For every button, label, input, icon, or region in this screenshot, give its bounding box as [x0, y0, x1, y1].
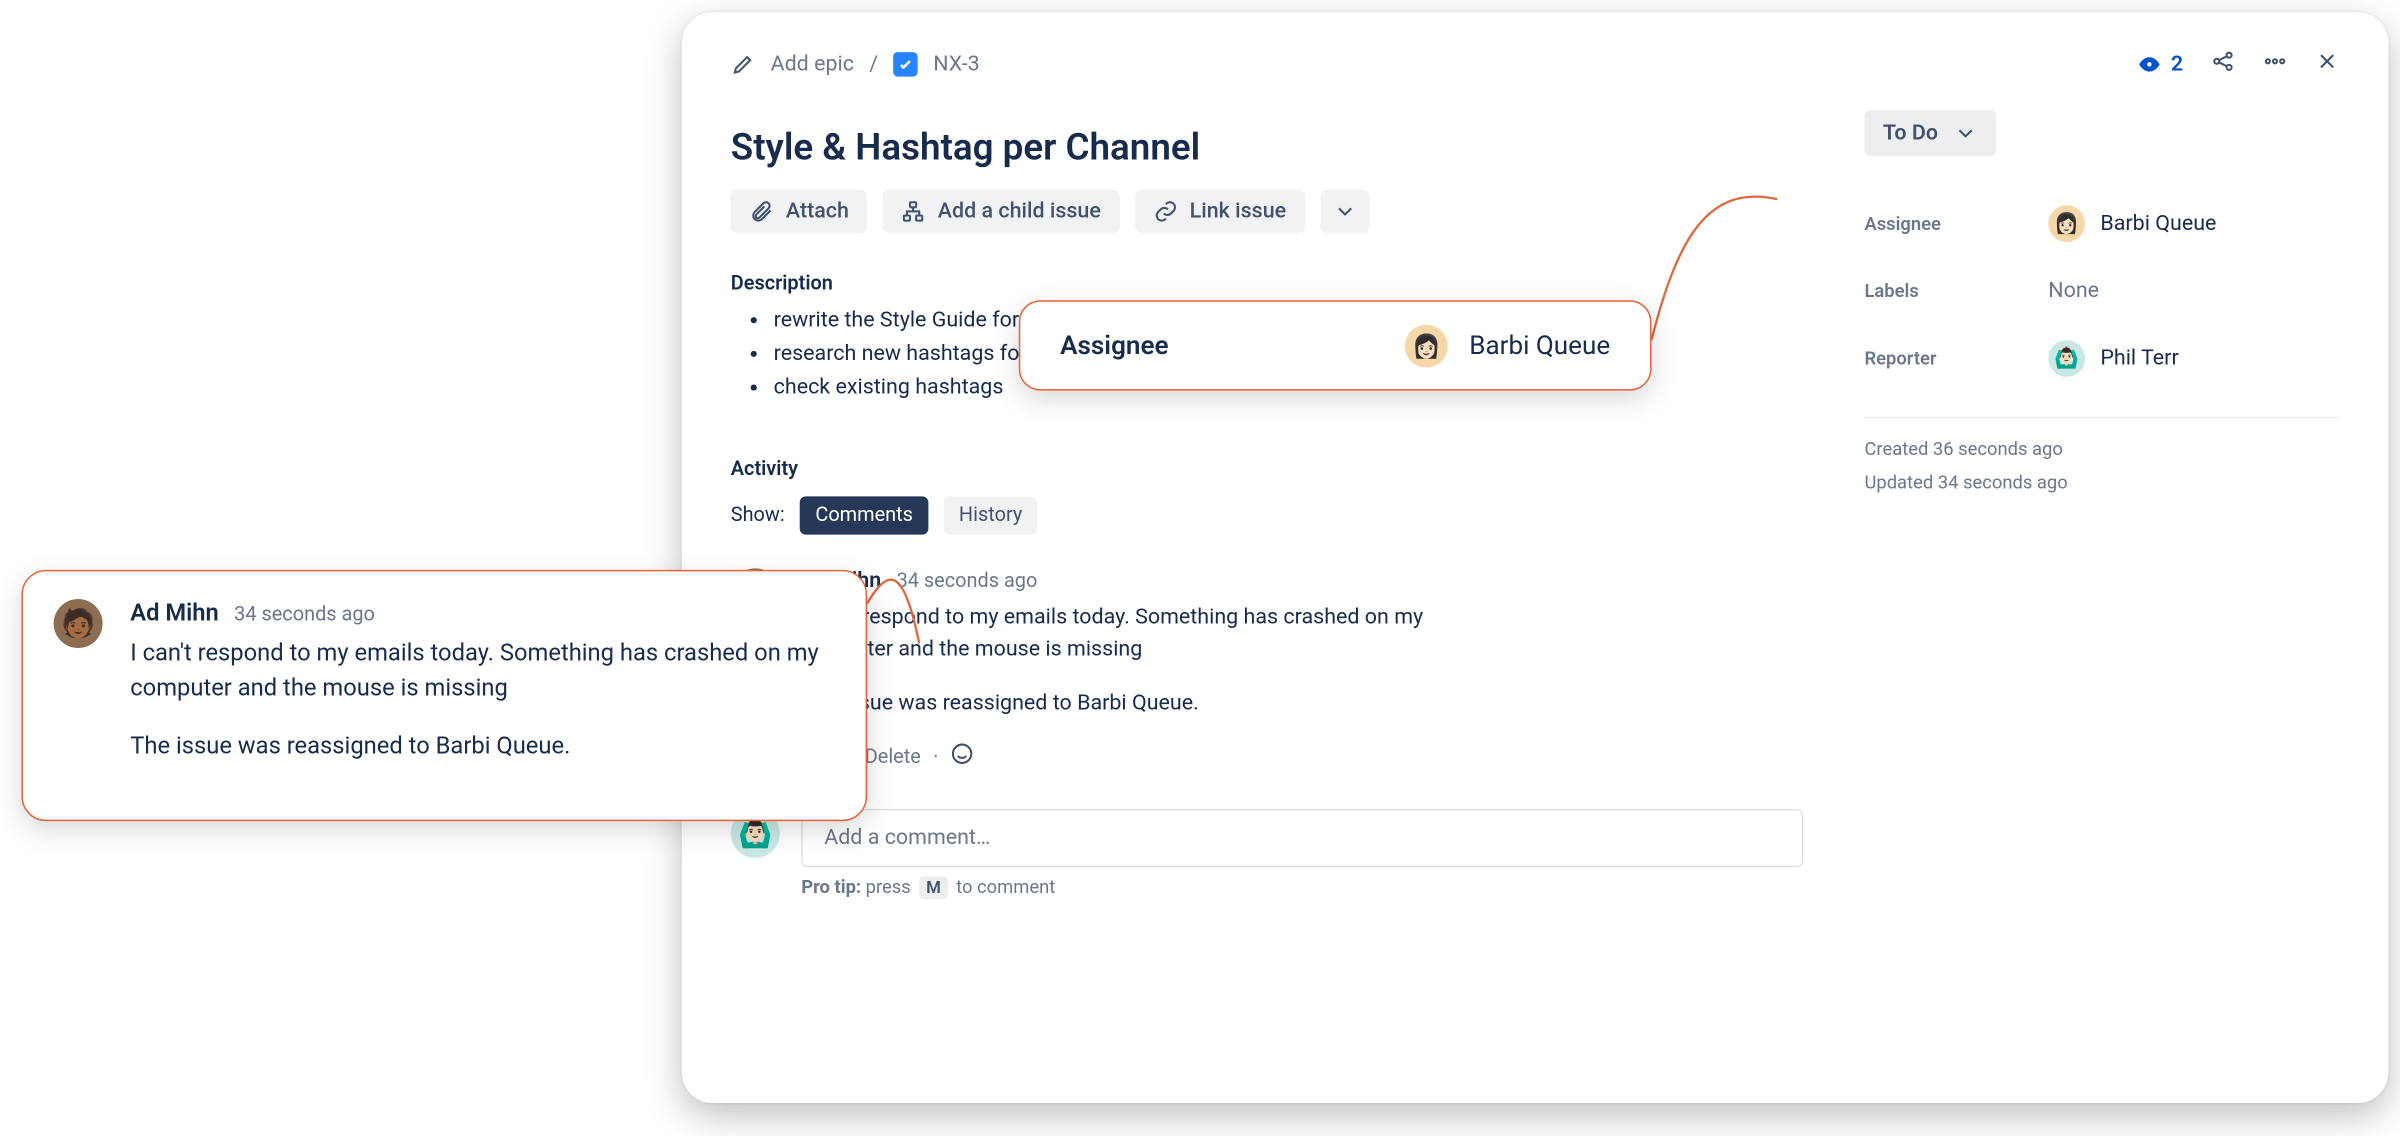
activity-show-label: Show:	[731, 504, 785, 527]
attach-button[interactable]: Attach	[731, 190, 868, 233]
comment-author: Ad Mihn	[130, 599, 219, 627]
more-icon[interactable]	[2263, 49, 2288, 80]
issue-title[interactable]: Style & Hashtag per Channel	[731, 126, 1803, 169]
link-issue-label: Link issue	[1190, 199, 1286, 224]
issue-key-link[interactable]: NX-3	[933, 52, 979, 77]
created-timestamp: Created 36 seconds ago	[1864, 434, 2339, 467]
reporter-label: Reporter	[1864, 348, 2048, 369]
add-child-issue-button[interactable]: Add a child issue	[883, 190, 1120, 233]
breadcrumb-separator: /	[869, 52, 878, 77]
status-value: To Do	[1883, 121, 1938, 146]
comment-timestamp: 34 seconds ago	[897, 570, 1038, 593]
comment-body: I can't respond to my emails today. Some…	[801, 602, 1460, 720]
watch-button[interactable]: 2	[2137, 52, 2183, 77]
status-dropdown[interactable]: To Do	[1864, 110, 1996, 156]
pro-tip: Pro tip: press M to comment	[801, 876, 1803, 899]
callout-assignee-value: Barbi Queue	[1469, 330, 1610, 361]
comment-timestamp: 34 seconds ago	[234, 604, 375, 627]
watch-count: 2	[2171, 52, 2183, 77]
add-child-label: Add a child issue	[938, 199, 1101, 224]
labels-value[interactable]: None	[2048, 279, 2099, 304]
link-issue-more-button[interactable]	[1320, 190, 1369, 233]
issue-dialog: Add epic / NX-3 2	[682, 12, 2389, 1103]
add-comment-input[interactable]: Add a comment…	[801, 809, 1803, 867]
breadcrumb-bar: Add epic / NX-3 2	[682, 12, 2389, 79]
add-epic-link[interactable]: Add epic	[771, 52, 854, 77]
comment-item: 🧑🏾 Ad Mihn 34 seconds ago I can't respon…	[731, 568, 1803, 772]
pencil-icon	[731, 52, 756, 77]
activity-label: Activity	[731, 458, 1803, 481]
updated-timestamp: Updated 34 seconds ago	[1864, 467, 2339, 500]
avatar: 👩🏻	[1405, 324, 1448, 367]
description-label: Description	[731, 273, 1803, 296]
close-icon[interactable]	[2315, 49, 2340, 80]
issue-main-column: Style & Hashtag per Channel Attach Add a…	[731, 110, 1803, 899]
comment-react-icon[interactable]	[951, 741, 976, 772]
issue-action-row: Attach Add a child issue Link issue	[731, 190, 1803, 233]
issue-type-icon	[893, 52, 918, 77]
tab-history[interactable]: History	[944, 496, 1038, 534]
assignee-value[interactable]: 👩🏻 Barbi Queue	[2048, 205, 2216, 242]
callout-assignee-label: Assignee	[1060, 330, 1343, 361]
comment-body: I can't respond to my emails today. Some…	[130, 636, 829, 764]
labels-label: Labels	[1864, 280, 2048, 301]
avatar: 🧑🏾	[54, 599, 103, 648]
share-icon[interactable]	[2211, 49, 2236, 80]
link-issue-button[interactable]: Link issue	[1135, 190, 1305, 233]
tab-comments[interactable]: Comments	[800, 496, 928, 534]
reporter-value[interactable]: 🙆🏻‍♂️ Phil Terr	[2048, 340, 2178, 377]
assignee-label: Assignee	[1864, 213, 2048, 234]
callout-comment: 🧑🏾 Ad Mihn 34 seconds ago I can't respon…	[21, 570, 867, 821]
comment-delete-link[interactable]: Delete	[865, 745, 921, 768]
issue-side-column: To Do Assignee 👩🏻 Barbi Queue Labels Non…	[1864, 110, 2339, 899]
attach-label: Attach	[786, 199, 849, 224]
callout-assignee: Assignee 👩🏻 Barbi Queue	[1019, 300, 1652, 390]
